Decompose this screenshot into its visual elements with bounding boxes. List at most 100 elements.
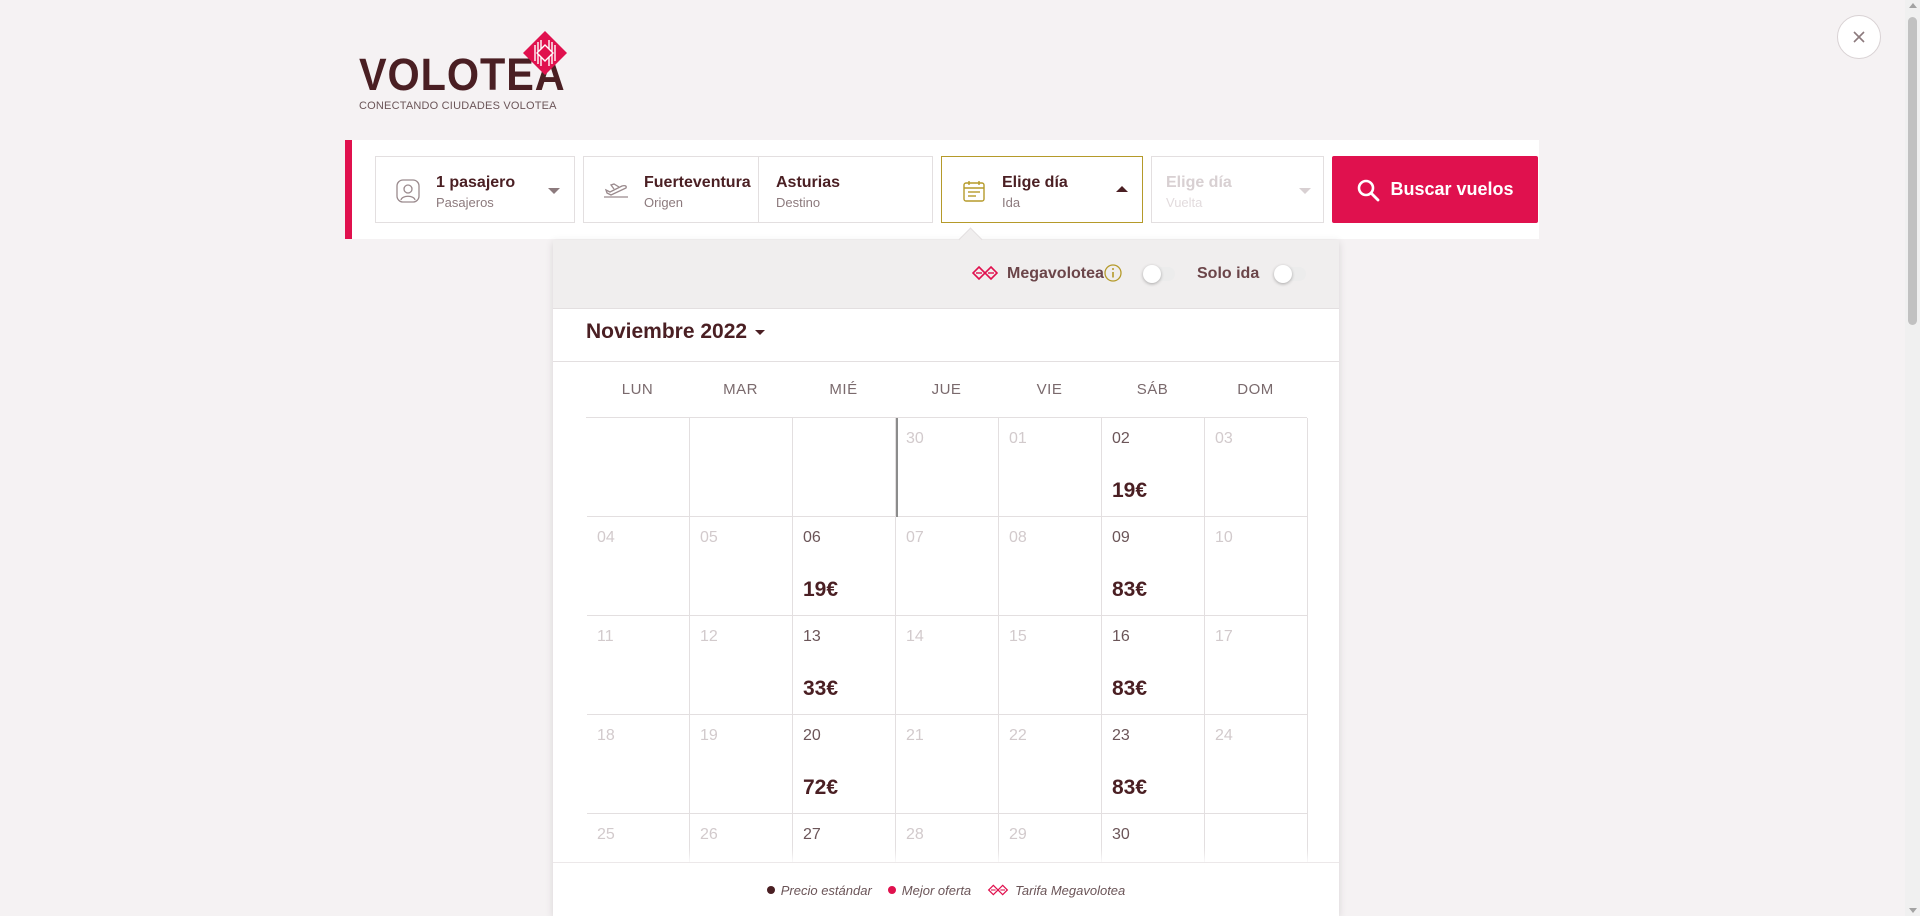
plane-takeoff-icon <box>604 183 628 198</box>
calendar-day-number: 26 <box>700 826 718 843</box>
calendar-day[interactable]: 16 83€ <box>1102 616 1205 715</box>
origin-field[interactable]: Fuerteventura Origen <box>583 156 759 223</box>
calendar-day-price: 33€ <box>803 677 839 700</box>
calendar-day-price: 19€ <box>803 578 839 601</box>
calendar-day: 12 <box>690 616 793 715</box>
outbound-date-field[interactable]: Elige día Ida <box>941 156 1143 223</box>
best-offer-dot <box>887 886 896 894</box>
month-header: Noviembre 2022 <box>553 308 1339 362</box>
calendar-day-price: 83€ <box>1112 578 1148 601</box>
calendar-day-number: 02 <box>1112 430 1130 447</box>
solo-ida-label: Solo ida <box>1197 265 1260 282</box>
month-selector[interactable]: Noviembre 2022 <box>586 320 766 344</box>
weekday-header: LUN <box>621 381 654 398</box>
return-date-field[interactable]: Elige día Vuelta <box>1151 156 1324 223</box>
calendar-day-number: 24 <box>1215 727 1233 744</box>
weekday-header: JUE <box>931 381 962 398</box>
calendar-day[interactable]: 02 19€ <box>1102 418 1205 517</box>
calendar-day-number: 16 <box>1112 628 1130 645</box>
calendar-day-number: 28 <box>906 826 924 843</box>
return-date-label: Vuelta <box>1166 195 1203 210</box>
calendar-day-price: 83€ <box>1112 677 1148 700</box>
legend-standard: Precio estándar <box>766 883 872 898</box>
calendar-day: 22 <box>999 715 1102 814</box>
outbound-date-label: Ida <box>1002 195 1021 210</box>
calendar-day[interactable]: 23 83€ <box>1102 715 1205 814</box>
calendar-day-number: 12 <box>700 628 718 645</box>
calendar-day-number: 08 <box>1009 529 1027 546</box>
calendar-day[interactable]: 09 83€ <box>1102 517 1205 616</box>
passengers-label: Pasajeros <box>436 195 494 210</box>
calendar-day-number: 30 <box>1112 826 1130 843</box>
caret-down-icon <box>755 329 766 335</box>
logo-diamond-icon <box>523 31 567 75</box>
calendar-day-number: 30 <box>906 430 924 447</box>
megavolotea-fare-icon <box>987 884 1009 896</box>
calendar-day-number: 09 <box>1112 529 1130 546</box>
calendar-day: 18 <box>587 715 690 814</box>
weekday-header: MAR <box>723 381 758 398</box>
calendar-empty-cell <box>587 418 690 517</box>
date-picker-panel: Megavolotea Solo ida Noviembre 2022 LUN … <box>553 240 1339 916</box>
destination-field[interactable]: Asturias Destino <box>758 156 933 223</box>
calendar-day-number: 01 <box>1009 430 1027 447</box>
close-icon <box>1853 31 1865 43</box>
calendar-day-number: 03 <box>1215 430 1233 447</box>
chevron-down-icon <box>548 188 560 194</box>
outbound-date-value: Elige día <box>1002 174 1068 191</box>
calendar-day: 14 <box>896 616 999 715</box>
calendar-day-number: 06 <box>803 529 821 546</box>
passengers-selector[interactable]: 1 pasajero Pasajeros <box>375 156 575 223</box>
calendar-day: 01 <box>999 418 1102 517</box>
calendar-day: 08 <box>999 517 1102 616</box>
chevron-up-icon <box>1116 186 1128 192</box>
calendar-day-number: 05 <box>700 529 718 546</box>
weekday-header: DOM <box>1237 381 1274 398</box>
weekday-header: MIÉ <box>829 381 858 398</box>
weekday-header: VIE <box>1036 381 1063 398</box>
calendar-day-price: 72€ <box>803 776 839 799</box>
search-icon <box>1358 179 1380 201</box>
megavolotea-icon <box>972 265 998 281</box>
calendar-day-number: 27 <box>803 826 821 843</box>
scrollbar-thumb[interactable] <box>1908 17 1917 325</box>
calendar-day-number: 19 <box>700 727 718 744</box>
calendar-day-number: 04 <box>597 529 615 546</box>
destination-value: Asturias <box>776 174 841 191</box>
origin-label: Origen <box>644 195 684 210</box>
scroll-up-arrow-icon[interactable] <box>1909 3 1917 8</box>
calendar-day: 05 <box>690 517 793 616</box>
calendar-day[interactable]: 13 33€ <box>793 616 896 715</box>
legend-best: Mejor oferta <box>887 882 972 898</box>
calendar-day[interactable]: 20 72€ <box>793 715 896 814</box>
info-icon[interactable] <box>1104 264 1122 282</box>
legend-mega-label: Tarifa Megavolotea <box>1015 882 1126 898</box>
calendar-day-number: 20 <box>803 727 821 744</box>
legend-best-label: Mejor oferta <box>901 882 972 898</box>
calendar-day-number: 21 <box>906 727 924 744</box>
volotea-logo[interactable]: VOLOTEA CONECTANDO CIUDADES VOLOTEA <box>359 30 569 115</box>
calendar-day[interactable]: 06 19€ <box>793 517 896 616</box>
calendar-day: 03 <box>1205 418 1308 517</box>
calendar-grid: 30 01 02 19€ 03 04 05 06 19€ 07 08 09 83€ 10 11 12 13 33€… <box>586 417 1308 913</box>
solo-ida-toggle[interactable] <box>1274 265 1306 283</box>
calendar-day-number: 23 <box>1112 727 1130 744</box>
search-flights-button[interactable]: Buscar vuelos <box>1332 156 1538 223</box>
logo-tagline: CONECTANDO CIUDADES VOLOTEA <box>359 100 557 112</box>
calendar-day-number: 29 <box>1009 826 1027 843</box>
calendar-day: 24 <box>1205 715 1308 814</box>
calendar-icon <box>963 181 985 202</box>
calendar-day-number: 11 <box>597 628 614 645</box>
flight-search-bar: 1 pasajero Pasajeros Fuerteventura Orige… <box>345 140 1539 239</box>
page-scrollbar[interactable] <box>1905 0 1920 916</box>
weekday-header: SÁB <box>1136 381 1169 398</box>
megavolotea-toggle[interactable] <box>1143 265 1175 283</box>
legend-mega: Tarifa Megavolotea <box>987 883 1125 898</box>
close-button[interactable] <box>1837 15 1881 59</box>
calendar-day: 19 <box>690 715 793 814</box>
calendar-day-number: 22 <box>1009 727 1027 744</box>
calendar-day: 10 <box>1205 517 1308 616</box>
today-marker <box>896 418 898 517</box>
calendar-empty-cell <box>793 418 896 517</box>
scroll-down-arrow-icon[interactable] <box>1909 908 1917 913</box>
